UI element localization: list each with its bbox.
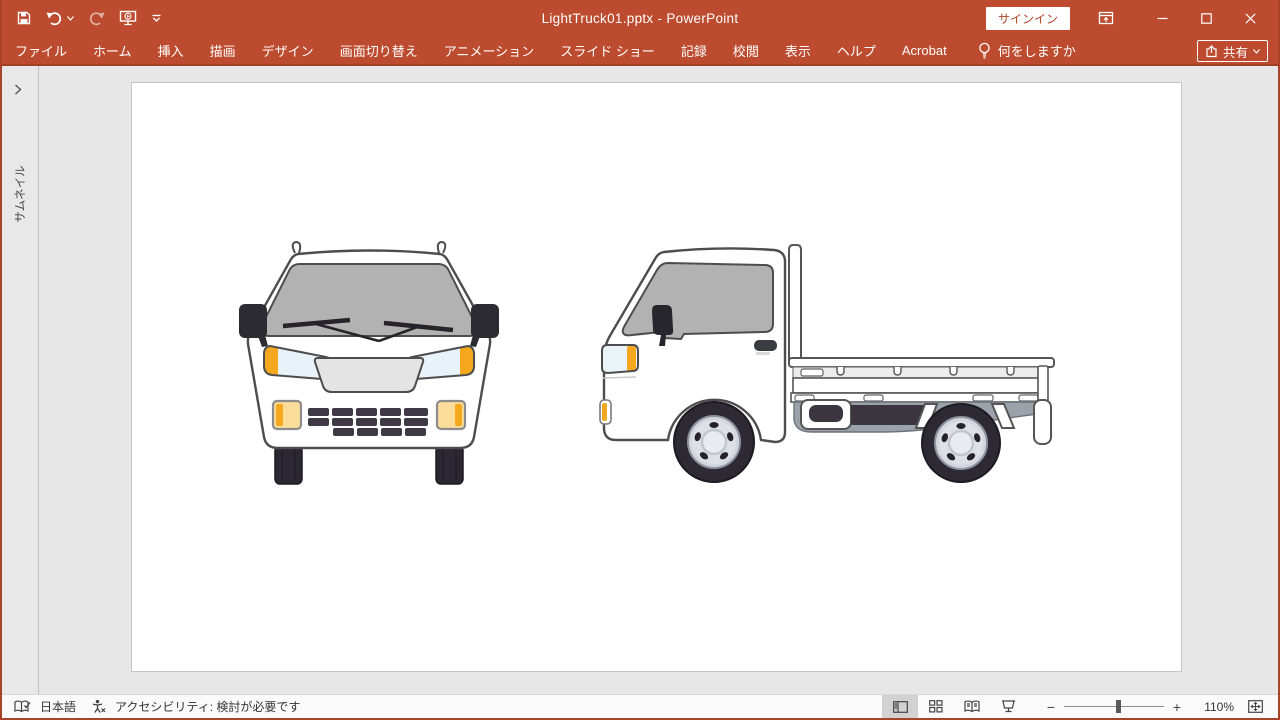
share-button[interactable]: 共有 — [1197, 40, 1268, 62]
ribbon-display-options-icon[interactable] — [1084, 0, 1128, 36]
chevron-right-icon[interactable] — [14, 84, 22, 95]
slideshow-icon[interactable] — [990, 695, 1026, 718]
tell-me-search[interactable]: 何をしますか — [978, 41, 1076, 60]
fit-to-window-icon[interactable] — [1242, 700, 1268, 713]
zoom-level[interactable]: 110% — [1192, 700, 1234, 714]
normal-view-icon[interactable] — [882, 695, 918, 718]
workspace: サムネイル — [2, 66, 1278, 694]
quick-access-toolbar — [2, 10, 162, 26]
accessibility-status[interactable]: アクセシビリティ: 検討が必要です — [115, 698, 300, 715]
kei-truck-side-view[interactable] — [598, 242, 1058, 486]
tab-record[interactable]: 記録 — [668, 36, 720, 64]
side-marker-lamp — [600, 400, 611, 424]
zoom-out-button[interactable]: − — [1042, 699, 1060, 715]
zoom-in-button[interactable]: + — [1168, 699, 1186, 715]
zoom-slider-handle[interactable] — [1116, 700, 1121, 713]
status-bar-right: − + 110% — [882, 695, 1272, 718]
tab-animations[interactable]: アニメーション — [431, 36, 547, 64]
close-button[interactable] — [1228, 0, 1272, 36]
undo-icon[interactable] — [46, 11, 74, 26]
language-status[interactable]: 日本語 — [40, 698, 76, 715]
powerpoint-window: LightTruck01.pptx - PowerPoint サインイン ファイ… — [0, 0, 1280, 720]
front-view-tires — [275, 446, 463, 484]
tab-design[interactable]: デザイン — [249, 36, 327, 64]
kei-truck-front-view[interactable] — [238, 240, 500, 485]
tab-home[interactable]: ホーム — [80, 36, 145, 64]
thumbnails-pane-label: サムネイル — [12, 165, 28, 222]
spellcheck-book-icon[interactable] — [14, 700, 31, 714]
maximize-button[interactable] — [1184, 0, 1228, 36]
customize-qat-icon[interactable] — [151, 13, 162, 23]
chevron-down-icon — [1253, 49, 1260, 54]
flatbed — [789, 358, 1054, 402]
sign-in-button[interactable]: サインイン — [986, 7, 1070, 30]
title-bar: LightTruck01.pptx - PowerPoint サインイン — [2, 0, 1278, 36]
hood-grille-panel — [315, 358, 423, 392]
undo-dropdown-icon — [67, 16, 74, 21]
status-bar: 日本語 アクセシビリティ: 検討が必要です − + 1 — [2, 694, 1278, 718]
underbody-box — [801, 400, 851, 429]
tab-review[interactable]: 校閲 — [720, 36, 772, 64]
slide-canvas[interactable] — [131, 82, 1182, 672]
tab-insert[interactable]: 挿入 — [145, 36, 197, 64]
minimize-button[interactable] — [1140, 0, 1184, 36]
accessibility-person-icon[interactable] — [91, 699, 106, 714]
start-slideshow-icon[interactable] — [119, 10, 137, 26]
reading-view-icon[interactable] — [954, 695, 990, 718]
title-bar-controls: サインイン — [986, 0, 1272, 36]
tab-help[interactable]: ヘルプ — [824, 36, 889, 64]
share-icon — [1205, 45, 1218, 58]
roof-hook-left — [293, 242, 300, 253]
share-label: 共有 — [1223, 42, 1248, 61]
fog-lamp-right — [437, 401, 465, 429]
tab-file[interactable]: ファイル — [2, 36, 80, 64]
front-wheel — [674, 402, 754, 482]
fog-lamp-left — [273, 401, 301, 429]
tab-draw[interactable]: 描画 — [197, 36, 249, 64]
ribbon-tab-row: ファイル ホーム 挿入 描画 デザイン 画面切り替え アニメーション スライド … — [2, 36, 1278, 66]
tab-slideshow[interactable]: スライド ショー — [547, 36, 668, 64]
save-icon[interactable] — [16, 10, 32, 26]
slide-sorter-icon[interactable] — [918, 695, 954, 718]
tab-acrobat[interactable]: Acrobat — [889, 36, 960, 64]
rear-wheel — [922, 404, 1000, 482]
zoom-slider[interactable] — [1064, 706, 1164, 707]
tab-transitions[interactable]: 画面切り替え — [327, 36, 431, 64]
redo-icon[interactable] — [88, 11, 105, 26]
roof-hook-right — [438, 242, 445, 253]
lightbulb-icon — [978, 42, 991, 59]
tab-view[interactable]: 表示 — [772, 36, 824, 64]
tell-me-label: 何をしますか — [998, 41, 1076, 60]
status-bar-left: 日本語 アクセシビリティ: 検討が必要です — [2, 698, 300, 715]
bed-guard-post — [789, 245, 801, 360]
thumbnails-pane-collapsed[interactable]: サムネイル — [2, 66, 39, 694]
